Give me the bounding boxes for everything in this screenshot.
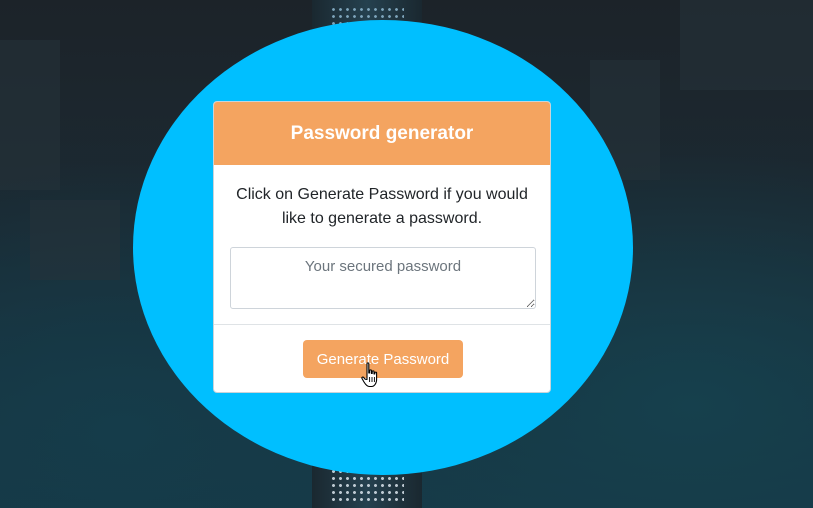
- background-building: [680, 0, 813, 90]
- card-title: Password generator: [290, 122, 474, 144]
- background-building: [30, 200, 120, 280]
- password-output-field[interactable]: [230, 247, 536, 309]
- generate-password-button[interactable]: Generate Password: [303, 340, 463, 378]
- background-building: [0, 40, 60, 190]
- card-footer-divider: [214, 324, 550, 325]
- card-header: Password generator: [214, 102, 550, 165]
- card-body: Click on Generate Password if you would …: [214, 165, 550, 309]
- hand-pointer-icon: [361, 362, 378, 388]
- password-generator-card: Password generator Click on Generate Pas…: [213, 101, 551, 393]
- description-text: Click on Generate Password if you would …: [236, 186, 528, 227]
